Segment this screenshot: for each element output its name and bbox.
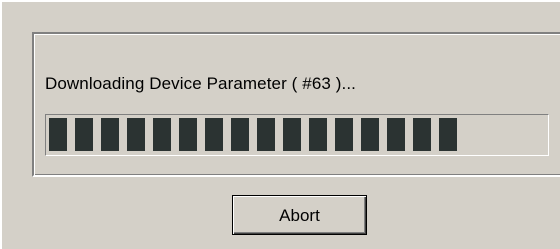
progress-segment	[101, 118, 119, 151]
progress-segment	[387, 118, 405, 151]
download-progress-bar	[45, 114, 549, 156]
progress-segment	[231, 118, 249, 151]
progress-segment	[413, 118, 431, 151]
progress-segment	[179, 118, 197, 151]
progress-segment	[335, 118, 353, 151]
progress-segment	[153, 118, 171, 151]
progress-segment	[205, 118, 223, 151]
progress-segment	[75, 118, 93, 151]
progress-segment	[257, 118, 275, 151]
progress-segment	[309, 118, 327, 151]
progress-dialog: Downloading Device Parameter ( #63 )... …	[0, 0, 560, 249]
status-groupbox: Downloading Device Parameter ( #63 )...	[32, 32, 560, 177]
progress-segment	[49, 118, 67, 151]
progress-segment	[439, 118, 457, 151]
status-text: Downloading Device Parameter ( #63 )...	[45, 74, 356, 93]
abort-button[interactable]: Abort	[232, 195, 367, 235]
progress-track	[49, 118, 545, 152]
progress-segment	[283, 118, 301, 151]
progress-segment	[127, 118, 145, 151]
progress-segment	[361, 118, 379, 151]
